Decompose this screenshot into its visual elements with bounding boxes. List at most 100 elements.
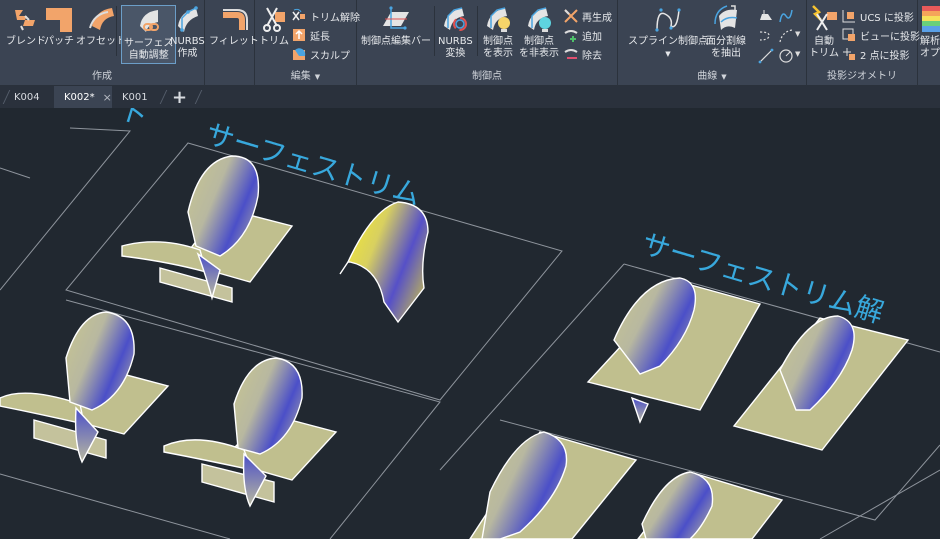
blend-icon: [15, 10, 35, 31]
project-two-points-button[interactable]: 2 点に投影: [841, 46, 910, 62]
separator: [116, 6, 117, 56]
panel-title-project-geometry: 投影ジオメトリ: [807, 67, 917, 82]
frame-bottom-left: [0, 473, 231, 539]
fillet-label: フィレット: [209, 36, 259, 47]
trim-scissors-icon: [263, 7, 285, 32]
rebuild-button[interactable]: 再生成: [563, 8, 612, 24]
project-view-icon: [842, 28, 855, 41]
nurbs-create-button[interactable]: NURBS 作成: [170, 4, 205, 60]
add-cv-label: 追加: [582, 31, 602, 43]
show-cv-button[interactable]: 制御点 を表示: [483, 4, 513, 60]
cv-edit-bar-icon: [383, 6, 409, 30]
offset-button[interactable]: オフセット: [76, 4, 126, 48]
tab-label: K001: [122, 91, 148, 103]
project-to-view-button[interactable]: ビューに投影: [841, 27, 920, 43]
circle-icon[interactable]: [778, 48, 794, 64]
project-to-ucs-button[interactable]: UCS に投影: [841, 8, 914, 24]
rebuild-label: 再生成: [582, 12, 612, 24]
separator: [477, 6, 478, 56]
dropdown-arrow-icon: ▼: [314, 73, 321, 81]
spline-cv-button[interactable]: スプライン制御点 ▼: [628, 4, 708, 60]
remove-cv-label: 除去: [582, 50, 602, 62]
panel-control-points: 制御点編集バー NURBS 変換 制御点 を表示 制御点 を非表示 再生成 追加…: [357, 0, 618, 86]
spline-fit-icon[interactable]: [778, 8, 794, 24]
project-curve-icon[interactable]: [758, 8, 774, 24]
polyline-curve-icon[interactable]: [778, 28, 794, 44]
nurbs-convert-button[interactable]: NURBS 変換: [438, 4, 473, 60]
tab-k002[interactable]: K002* ×: [54, 86, 112, 108]
nurbs-create-label-1: NURBS: [170, 36, 205, 47]
cv-edit-bar-button[interactable]: 制御点編集バー: [361, 4, 431, 48]
spline-dropdown-icon[interactable]: ▼: [665, 48, 670, 60]
show-cv-label-2: を表示: [483, 48, 513, 59]
tab-divider: [194, 90, 203, 104]
untrim-model-4[interactable]: [637, 471, 784, 539]
auto-trim-button[interactable]: 自動 トリム: [809, 4, 839, 60]
hide-cv-label-1: 制御点: [524, 36, 554, 47]
sculpt-label: スカルプ: [310, 50, 350, 62]
circle-dropdown-icon[interactable]: ▼: [795, 50, 800, 58]
trim-model-3[interactable]: [163, 357, 338, 508]
untrim-model-3[interactable]: [469, 431, 638, 539]
line-icon[interactable]: [758, 48, 774, 64]
surface-auto-adjust-button[interactable]: サーフェス 自動調整: [121, 5, 177, 64]
close-tab-icon[interactable]: ×: [103, 91, 112, 104]
new-tab-button[interactable]: +: [166, 86, 193, 108]
trim-model-1[interactable]: [121, 155, 294, 303]
drawing-viewport[interactable]: ト サーフェストリム サーフェストリム解: [0, 108, 940, 539]
nurbs-convert-label-2: 変換: [445, 48, 466, 59]
show-cv-label-1: 制御点: [483, 36, 513, 47]
spline-cv-label: スプライン制御点: [628, 36, 708, 47]
tab-k001[interactable]: K001: [112, 86, 158, 108]
offset-label: オフセット: [76, 36, 126, 47]
panel-fillet: フィレット: [205, 0, 259, 86]
trim-model-yellow[interactable]: [339, 201, 429, 324]
fillet-icon: [222, 9, 248, 30]
add-cv-button[interactable]: 追加: [563, 27, 602, 43]
patch-button[interactable]: パッチ: [44, 4, 74, 48]
model-space-canvas[interactable]: ト サーフェストリム サーフェストリム解: [0, 108, 940, 539]
panel-title-control-points-text: 制御点: [472, 71, 502, 82]
spline-cv-icon: [655, 8, 681, 32]
remove-cv-icon: [564, 49, 578, 59]
blend-button[interactable]: ブレンド: [6, 4, 46, 48]
frame-right-edge: [819, 469, 940, 539]
panel-title-project-geometry-text: 投影ジオメトリ: [827, 71, 897, 82]
panel-edit: トリム トリム解除 延長 スカルプ 編集 ▼: [255, 0, 360, 86]
sculpt-icon: [293, 48, 306, 60]
project-2pt-icon: [843, 48, 855, 60]
untrim-button[interactable]: トリム解除: [291, 8, 360, 24]
extract-isoline-button[interactable]: 面分割線 を抽出: [706, 4, 746, 60]
hide-cv-button[interactable]: 制御点 を非表示: [519, 4, 559, 60]
rebuild-tools-icon: [564, 9, 578, 23]
untrim-icon: [292, 8, 305, 21]
panel-title-edit[interactable]: 編集 ▼: [255, 67, 356, 82]
nurbs-convert-label-1: NURBS: [438, 36, 473, 47]
frame-left: [0, 127, 132, 291]
analysis-label-1: 解析: [920, 36, 940, 47]
project-to-view-label: ビューに投影: [860, 31, 920, 43]
analysis-options-button[interactable]: 解析 オプシ: [920, 4, 940, 60]
untrim-model-2[interactable]: [732, 315, 910, 451]
panel-title-edit-text: 編集: [290, 71, 311, 82]
cv-edit-bar-label: 制御点編集バー: [361, 36, 431, 47]
remove-cv-button[interactable]: 除去: [563, 46, 602, 62]
project-two-points-label: 2 点に投影: [860, 50, 910, 62]
nurbs-create-icon: [178, 6, 199, 32]
curve-dropdown-icon[interactable]: ▼: [795, 30, 800, 38]
fillet-button[interactable]: フィレット: [209, 4, 259, 48]
extend-button[interactable]: 延長: [291, 27, 330, 43]
surface-associativity-icon: [139, 10, 159, 32]
auto-trim-label-1: 自動: [814, 36, 834, 47]
dropdown-arrow-icon: ▼: [721, 73, 727, 81]
arc-curve-icon[interactable]: [758, 28, 774, 44]
trim-model-2[interactable]: [0, 311, 170, 464]
trim-label: トリム: [259, 36, 289, 47]
trim-button[interactable]: トリム: [259, 4, 289, 48]
plus-icon: +: [172, 86, 188, 108]
tab-k004[interactable]: K004: [4, 86, 50, 108]
sculpt-button[interactable]: スカルプ: [291, 46, 350, 62]
untrim-model-1[interactable]: [586, 277, 762, 424]
surface-auto-adjust-label-1: サーフェス: [124, 38, 174, 49]
panel-title-curves[interactable]: 曲線 ▼: [618, 67, 806, 82]
